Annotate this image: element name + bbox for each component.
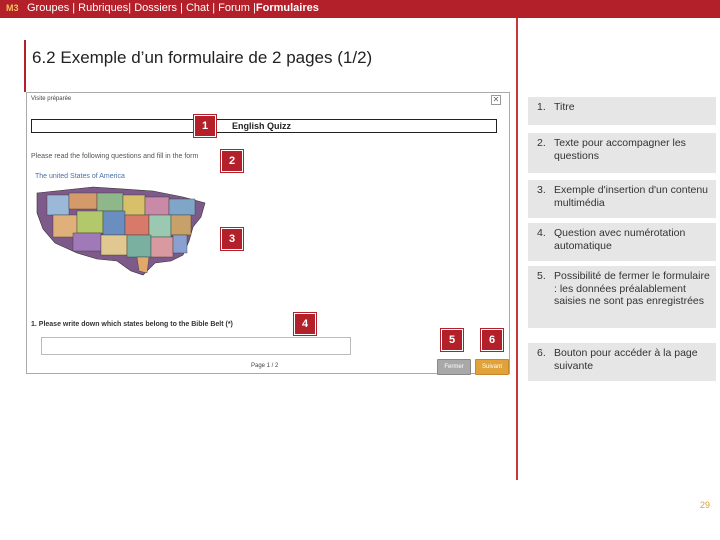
- title-accent-line: [24, 40, 26, 92]
- quiz-title-field: English Quizz: [31, 119, 497, 133]
- legend-number: 4.: [537, 227, 546, 239]
- legend-item-4: 4. Question avec numérotation automatiqu…: [528, 223, 716, 261]
- question-1: 1. Please write down which states belong…: [31, 321, 233, 328]
- marker-5: 5: [441, 329, 463, 351]
- legend-text: Bouton pour accéder à la page suivante: [554, 347, 698, 372]
- legend-number: 6.: [537, 347, 546, 359]
- nav-links-list[interactable]: Groupes | Rubriques| Dossiers | Chat | F…: [27, 2, 256, 14]
- legend-number: 5.: [537, 270, 546, 282]
- legend-number: 2.: [537, 137, 546, 149]
- close-icon[interactable]: ✕: [491, 95, 501, 105]
- window-title: Visite préparée: [31, 96, 72, 102]
- page-title: 6.2 Exemple d’un formulaire de 2 pages (…: [32, 48, 373, 67]
- legend-text: Question avec numérotation automatique: [554, 227, 686, 252]
- form-screenshot: Visite préparée ✕ English Quizz Please r…: [26, 92, 510, 375]
- legend-item-3: 3. Exemple d'insertion d'un contenu mult…: [528, 180, 716, 218]
- legend-text: Titre: [554, 101, 575, 113]
- legend-number: 1.: [537, 101, 546, 113]
- m3-logo: M3: [6, 3, 19, 13]
- legend-number: 3.: [537, 184, 546, 196]
- next-button[interactable]: Suivant: [475, 359, 509, 375]
- slide-page-number: 29: [700, 500, 711, 510]
- answer-input[interactable]: [41, 337, 351, 355]
- page-indicator: Page 1 / 2: [251, 363, 279, 369]
- top-navigation-bar: M3 Groupes | Rubriques| Dossiers | Chat …: [0, 0, 720, 18]
- legend-item-1: 1. Titre: [528, 97, 716, 125]
- marker-2: 2: [221, 150, 243, 172]
- usa-map-image: [36, 186, 206, 276]
- marker-1: 1: [194, 115, 216, 137]
- nav-item-formulaires[interactable]: Formulaires: [256, 2, 319, 14]
- legend-text: Texte pour accompagner les questions: [554, 137, 686, 162]
- legend-text: Possibilité de fermer le formulaire : le…: [554, 270, 710, 307]
- separator-line: [516, 18, 518, 480]
- legend-item-5: 5. Possibilité de fermer le formulaire :…: [528, 266, 716, 328]
- close-button[interactable]: Fermer: [437, 359, 471, 375]
- legend-item-6: 6. Bouton pour accéder à la page suivant…: [528, 343, 716, 381]
- intro-text: Please read the following questions and …: [31, 153, 199, 160]
- map-caption: The united States of America: [35, 173, 125, 180]
- legend-item-2: 2. Texte pour accompagner les questions: [528, 133, 716, 173]
- marker-4: 4: [294, 313, 316, 335]
- nav-links[interactable]: Groupes | Rubriques| Dossiers | Chat | F…: [27, 2, 319, 14]
- legend-text: Exemple d'insertion d'un contenu multimé…: [554, 184, 709, 209]
- marker-6: 6: [481, 329, 503, 351]
- quiz-title: English Quizz: [232, 121, 292, 131]
- marker-3: 3: [221, 228, 243, 250]
